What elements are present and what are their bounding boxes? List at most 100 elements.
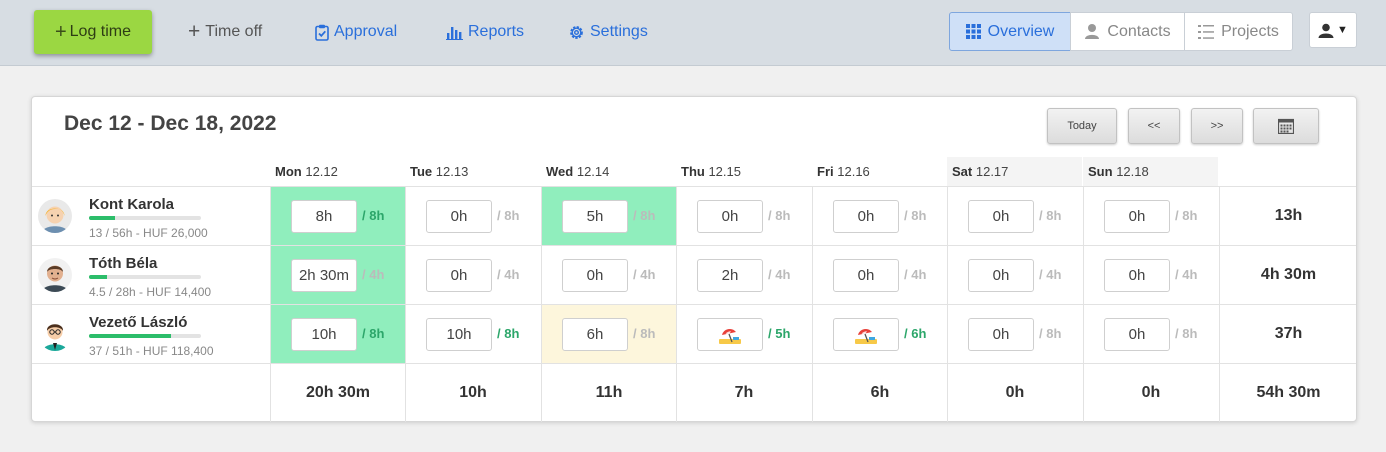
expected-hours: / 8h — [1175, 326, 1198, 341]
progress-fill — [89, 275, 107, 279]
day-date: 12.13 — [435, 164, 469, 179]
next-week-button[interactable]: >> — [1191, 108, 1243, 144]
day-header-thu: Thu 12.15 — [676, 157, 811, 186]
time-off-box[interactable] — [833, 318, 899, 351]
log-time-label: Log time — [69, 23, 132, 40]
tab-projects-label: Projects — [1221, 22, 1279, 40]
time-off-link[interactable]: + Time off — [188, 20, 262, 44]
day-cell: 0h / 4h — [948, 246, 1082, 304]
day-header-tue: Tue 12.13 — [405, 157, 540, 186]
day-total: 20h 30m — [305, 384, 371, 401]
approval-link[interactable]: Approval — [315, 20, 397, 44]
day-name: Sun — [1088, 164, 1113, 179]
tab-overview[interactable]: Overview — [949, 12, 1071, 51]
person-name[interactable]: Tóth Béla — [89, 255, 157, 272]
day-total: 7h — [734, 384, 754, 401]
day-total: 6h — [870, 384, 890, 401]
person-row-header: Kont Karola 13 / 56h - HUF 26,000 — [32, 187, 270, 245]
avatar — [38, 258, 72, 292]
expected-hours: / 5h — [768, 326, 791, 341]
hours-input[interactable]: 0h — [968, 318, 1034, 351]
hours-input[interactable]: 10h — [291, 318, 357, 351]
hours-input[interactable]: 8h — [291, 200, 357, 233]
hours-input[interactable]: 0h — [1104, 200, 1170, 233]
day-cell: 0h / 4h — [1084, 246, 1218, 304]
hours-input[interactable]: 0h — [562, 259, 628, 292]
previous-week-button[interactable]: << — [1128, 108, 1180, 144]
day-cell: 0h / 8h — [948, 305, 1082, 363]
day-cell: 2h / 4h — [677, 246, 811, 304]
hours-input[interactable]: 0h — [697, 200, 763, 233]
hours-input[interactable]: 5h — [562, 200, 628, 233]
hours-input[interactable]: 0h — [833, 259, 899, 292]
expected-hours: / 4h — [633, 267, 656, 282]
time-off-box[interactable] — [697, 318, 763, 351]
expected-hours: / 8h — [1039, 326, 1062, 341]
day-date: 12.16 — [837, 164, 870, 179]
hours-input[interactable]: 0h — [426, 200, 492, 233]
avatar — [38, 199, 72, 233]
person-row-header: Tóth Béla 4.5 / 28h - HUF 14,400 — [32, 246, 270, 304]
hours-input[interactable]: 6h — [562, 318, 628, 351]
day-header-sun: Sun 12.18 — [1083, 157, 1218, 186]
day-cell: 8h / 8h — [271, 187, 405, 245]
day-date: 12.12 — [305, 164, 338, 179]
hours-input[interactable]: 10h — [426, 318, 492, 351]
hours-input[interactable]: 0h — [1104, 259, 1170, 292]
reports-label: Reports — [468, 23, 525, 40]
grand-total: 54h 30m — [1256, 384, 1321, 401]
tab-contacts[interactable]: Contacts — [1070, 12, 1185, 51]
user-menu-button[interactable]: ▼ — [1309, 12, 1357, 48]
expected-hours: / 8h — [497, 326, 520, 341]
expected-hours: / 8h — [633, 208, 656, 223]
hours-input[interactable]: 2h — [697, 259, 763, 292]
day-date: 12.15 — [708, 164, 741, 179]
person-name[interactable]: Kont Karola — [89, 196, 174, 213]
progress-fill — [89, 216, 115, 220]
avatar — [38, 317, 72, 351]
expected-hours: / 8h — [633, 326, 656, 341]
reports-link[interactable]: Reports — [446, 20, 524, 44]
day-header-sat: Sat 12.17 — [947, 157, 1082, 186]
day-cell: 10h / 8h — [271, 305, 405, 363]
week-range-title: Dec 12 - Dec 18, 2022 — [64, 112, 277, 135]
expected-hours: / 4h — [1175, 267, 1198, 282]
day-cell: 0h / 8h — [948, 187, 1082, 245]
hours-input[interactable]: 0h — [1104, 318, 1170, 351]
contact-icon — [1085, 24, 1100, 39]
settings-link[interactable]: Settings — [568, 20, 648, 44]
person-stats: 4.5 / 28h - HUF 14,400 — [89, 285, 212, 299]
progress-bar — [89, 216, 201, 220]
hours-input[interactable]: 0h — [833, 200, 899, 233]
day-cell: 0h / 8h — [1084, 187, 1218, 245]
today-button[interactable]: Today — [1047, 108, 1117, 144]
expected-hours: / 8h — [362, 208, 385, 223]
day-name: Wed — [546, 164, 574, 179]
expected-hours: / 6h — [904, 326, 927, 341]
row-total: 4h 30m — [1260, 266, 1317, 283]
log-time-button[interactable]: + Log time — [34, 10, 152, 54]
hours-input[interactable]: 2h 30m — [291, 259, 357, 292]
day-name: Mon — [275, 164, 302, 179]
user-icon — [1318, 23, 1334, 38]
next-week-label: >> — [1210, 120, 1224, 132]
person-row-header: Vezető László 37 / 51h - HUF 118,400 — [32, 305, 270, 363]
approval-label: Approval — [334, 23, 398, 40]
day-date: 12.17 — [975, 164, 1009, 179]
hours-input[interactable]: 0h — [426, 259, 492, 292]
expected-hours: / 4h — [768, 267, 791, 282]
today-label: Today — [1067, 120, 1097, 132]
day-name: Thu — [681, 164, 705, 179]
day-cell: 0h / 8h — [677, 187, 811, 245]
day-cell: / 5h — [677, 305, 811, 363]
day-cell: 0h / 4h — [542, 246, 676, 304]
row-total: 13h — [1274, 207, 1303, 224]
tab-projects[interactable]: Projects — [1184, 12, 1293, 51]
day-total: 11h — [595, 384, 623, 401]
day-cell: 0h / 4h — [406, 246, 540, 304]
person-name[interactable]: Vezető László — [89, 314, 187, 331]
hours-input[interactable]: 0h — [968, 259, 1034, 292]
previous-week-label: << — [1147, 120, 1161, 132]
hours-input[interactable]: 0h — [968, 200, 1034, 233]
calendar-button[interactable] — [1253, 108, 1319, 144]
